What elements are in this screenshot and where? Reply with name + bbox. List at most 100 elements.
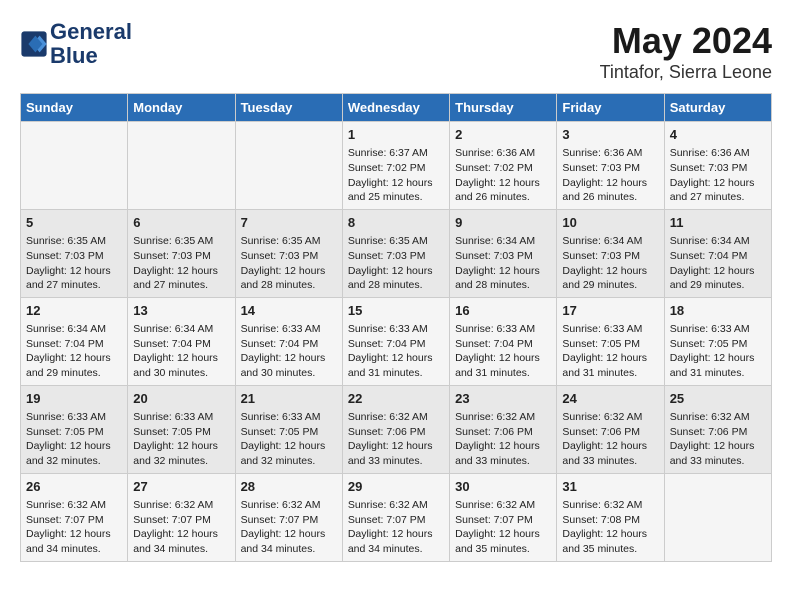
day-info: Daylight: 12 hours [562, 176, 658, 191]
calendar-cell: 22Sunrise: 6:32 AMSunset: 7:06 PMDayligh… [342, 385, 449, 473]
day-number: 5 [26, 214, 122, 232]
day-number: 24 [562, 390, 658, 408]
calendar-table: SundayMondayTuesdayWednesdayThursdayFrid… [20, 93, 772, 562]
calendar-cell: 10Sunrise: 6:34 AMSunset: 7:03 PMDayligh… [557, 209, 664, 297]
day-info: Sunset: 7:07 PM [133, 513, 229, 528]
day-info: and 27 minutes. [26, 278, 122, 293]
calendar-cell: 9Sunrise: 6:34 AMSunset: 7:03 PMDaylight… [450, 209, 557, 297]
calendar-cell: 4Sunrise: 6:36 AMSunset: 7:03 PMDaylight… [664, 122, 771, 210]
day-number: 21 [241, 390, 337, 408]
day-info: Sunrise: 6:33 AM [241, 322, 337, 337]
day-info: and 32 minutes. [133, 454, 229, 469]
day-info: Sunset: 7:04 PM [670, 249, 766, 264]
day-headers-row: SundayMondayTuesdayWednesdayThursdayFrid… [21, 94, 772, 122]
day-info: Daylight: 12 hours [670, 264, 766, 279]
day-info: Sunrise: 6:33 AM [670, 322, 766, 337]
day-info: and 29 minutes. [26, 366, 122, 381]
logo-text: General Blue [50, 20, 132, 68]
day-info: Sunset: 7:03 PM [26, 249, 122, 264]
day-info: Daylight: 12 hours [241, 351, 337, 366]
day-info: Daylight: 12 hours [455, 351, 551, 366]
calendar-cell: 11Sunrise: 6:34 AMSunset: 7:04 PMDayligh… [664, 209, 771, 297]
day-number: 14 [241, 302, 337, 320]
day-info: Sunset: 7:03 PM [562, 161, 658, 176]
day-info: Sunrise: 6:33 AM [26, 410, 122, 425]
day-info: Daylight: 12 hours [562, 351, 658, 366]
day-info: and 35 minutes. [455, 542, 551, 557]
calendar-cell: 18Sunrise: 6:33 AMSunset: 7:05 PMDayligh… [664, 297, 771, 385]
calendar-cell: 28Sunrise: 6:32 AMSunset: 7:07 PMDayligh… [235, 473, 342, 561]
day-info: Sunrise: 6:32 AM [133, 498, 229, 513]
day-info: and 32 minutes. [241, 454, 337, 469]
logo: General Blue [20, 20, 132, 68]
day-info: Sunrise: 6:35 AM [133, 234, 229, 249]
day-info: Daylight: 12 hours [26, 264, 122, 279]
day-header-thursday: Thursday [450, 94, 557, 122]
day-number: 6 [133, 214, 229, 232]
day-info: Sunset: 7:04 PM [241, 337, 337, 352]
day-info: Sunrise: 6:36 AM [562, 146, 658, 161]
day-info: and 34 minutes. [133, 542, 229, 557]
calendar-cell: 20Sunrise: 6:33 AMSunset: 7:05 PMDayligh… [128, 385, 235, 473]
day-number: 18 [670, 302, 766, 320]
day-info: Sunrise: 6:33 AM [133, 410, 229, 425]
day-info: and 34 minutes. [26, 542, 122, 557]
calendar-cell: 27 Sunrise: 6:32 AMSunset: 7:07 PMDayligh… [128, 473, 235, 561]
day-info: Daylight: 12 hours [133, 527, 229, 542]
day-info: Sunset: 7:05 PM [670, 337, 766, 352]
day-info: Daylight: 12 hours [348, 176, 444, 191]
day-number: 10 [562, 214, 658, 232]
day-info: Daylight: 12 hours [455, 176, 551, 191]
day-info: Sunset: 7:05 PM [562, 337, 658, 352]
day-number: 1 [348, 126, 444, 144]
day-info: and 35 minutes. [562, 542, 658, 557]
calendar-cell: 14 Sunrise: 6:33 AMSunset: 7:04 PMDayligh… [235, 297, 342, 385]
day-info: Sunset: 7:08 PM [562, 513, 658, 528]
day-info: Daylight: 12 hours [133, 439, 229, 454]
day-info: and 26 minutes. [455, 190, 551, 205]
day-info: Sunset: 7:07 PM [241, 513, 337, 528]
calendar-cell: 12Sunrise: 6:34 AMSunset: 7:04 PMDayligh… [21, 297, 128, 385]
day-info: Sunset: 7:07 PM [455, 513, 551, 528]
day-info: Sunset: 7:05 PM [241, 425, 337, 440]
day-info: and 31 minutes. [455, 366, 551, 381]
day-info: and 33 minutes. [562, 454, 658, 469]
day-info: and 25 minutes. [348, 190, 444, 205]
calendar-cell: 6Sunrise: 6:35 AMSunset: 7:03 PMDaylight… [128, 209, 235, 297]
calendar-cell: 3Sunrise: 6:36 AMSunset: 7:03 PMDaylight… [557, 122, 664, 210]
day-number: 7 [241, 214, 337, 232]
title-area: May 2024 Tintafor, Sierra Leone [600, 20, 772, 83]
day-info: Daylight: 12 hours [455, 264, 551, 279]
day-info: Sunset: 7:02 PM [348, 161, 444, 176]
location-subtitle: Tintafor, Sierra Leone [600, 62, 772, 83]
week-row-4: 19 Sunrise: 6:33 AM Sunset: 7:05 PM Dayligh… [21, 385, 772, 473]
day-header-tuesday: Tuesday [235, 94, 342, 122]
day-info: Sunrise: 6:34 AM [133, 322, 229, 337]
calendar-cell: 8Sunrise: 6:35 AMSunset: 7:03 PMDaylight… [342, 209, 449, 297]
day-info: and 28 minutes. [455, 278, 551, 293]
day-header-monday: Monday [128, 94, 235, 122]
calendar-cell: 24Sunrise: 6:32 AMSunset: 7:06 PMDayligh… [557, 385, 664, 473]
day-info: Sunrise: 6:35 AM [241, 234, 337, 249]
day-number: 27 [133, 478, 229, 496]
calendar-cell: 17Sunrise: 6:33 AMSunset: 7:05 PMDayligh… [557, 297, 664, 385]
day-info: Sunrise: 6:32 AM [455, 498, 551, 513]
day-info: Sunset: 7:04 PM [455, 337, 551, 352]
day-number: 19 [26, 390, 122, 408]
calendar-cell: 1Sunrise: 6:37 AMSunset: 7:02 PMDaylight… [342, 122, 449, 210]
day-info: Sunrise: 6:36 AM [455, 146, 551, 161]
week-row-5: 26Sunrise: 6:32 AMSunset: 7:07 PMDayligh… [21, 473, 772, 561]
day-number: 28 [241, 478, 337, 496]
day-info: Sunset: 7:03 PM [670, 161, 766, 176]
day-info: Sunrise: 6:33 AM [455, 322, 551, 337]
day-info: Sunrise: 6:33 AM [348, 322, 444, 337]
day-number: 23 [455, 390, 551, 408]
day-info: Daylight: 12 hours [670, 176, 766, 191]
day-info: and 29 minutes. [670, 278, 766, 293]
day-info: Daylight: 12 hours [562, 439, 658, 454]
day-number: 26 [26, 478, 122, 496]
day-info: and 31 minutes. [348, 366, 444, 381]
calendar-cell: 31Sunrise: 6:32 AMSunset: 7:08 PMDayligh… [557, 473, 664, 561]
day-info: Daylight: 12 hours [133, 351, 229, 366]
day-info: Sunset: 7:02 PM [455, 161, 551, 176]
